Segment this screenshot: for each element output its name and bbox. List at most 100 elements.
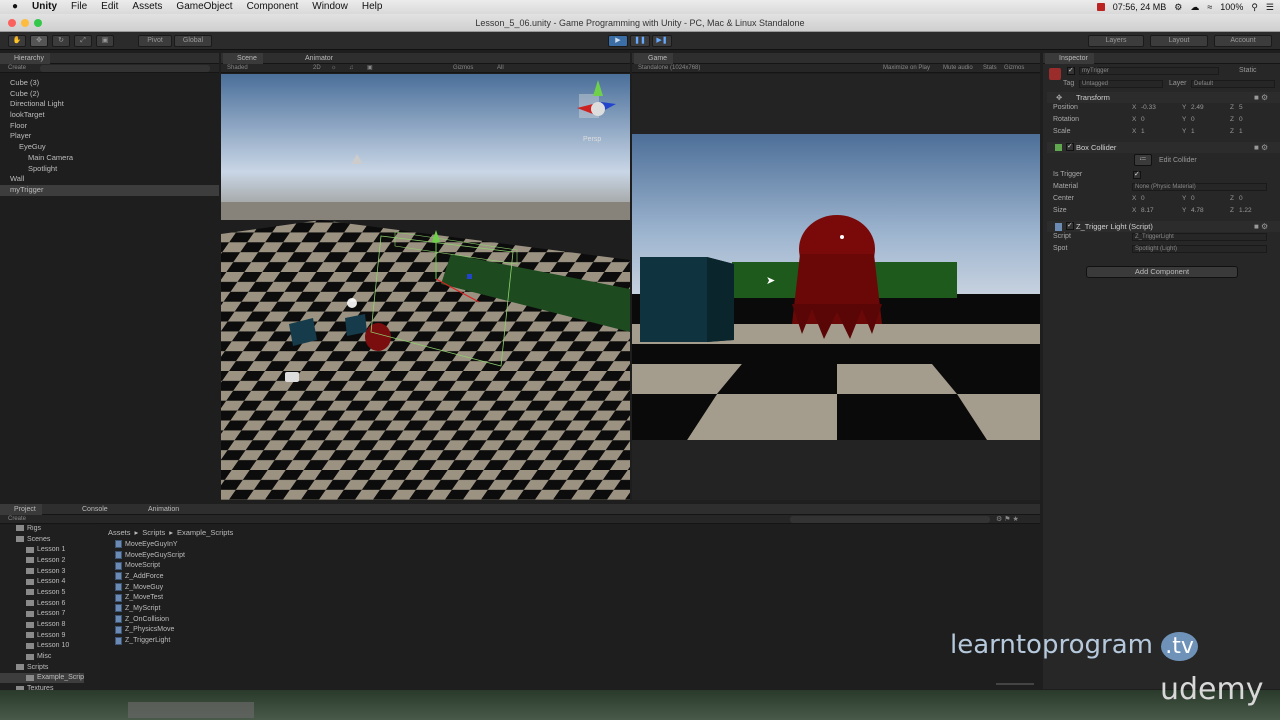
value-field-y[interactable]: 4.78 <box>1191 207 1204 214</box>
tab-inspector[interactable]: Inspector <box>1045 53 1094 64</box>
tab-animator[interactable]: Animator <box>291 53 339 64</box>
hand-tool-icon[interactable]: ✋ <box>8 35 26 47</box>
game-viewport[interactable]: ➤ <box>632 74 1040 500</box>
menu-assets[interactable]: Assets <box>125 0 169 14</box>
menu-gameobject[interactable]: GameObject <box>169 0 239 14</box>
hierarchy-item[interactable]: Cube (3) <box>0 78 219 89</box>
hierarchy-item[interactable]: myTrigger <box>0 184 219 196</box>
folder-item[interactable]: Textures <box>0 683 84 690</box>
value-field-z[interactable]: 0 <box>1239 195 1243 202</box>
hierarchy-item[interactable]: EyeGuy <box>0 142 219 153</box>
folder-item[interactable]: Lesson 6 <box>0 598 84 609</box>
persp-label[interactable]: Persp <box>583 136 601 143</box>
value-field-z[interactable]: 1.22 <box>1239 207 1252 214</box>
menu-help[interactable]: Help <box>355 0 390 14</box>
hierarchy-item[interactable]: Cube (2) <box>0 89 219 100</box>
game-gizmos-dropdown[interactable]: Gizmos <box>1004 64 1024 73</box>
script-file[interactable]: MoveEyeGuyInY <box>115 539 185 550</box>
folder-item[interactable]: Lesson 5 <box>0 587 84 598</box>
menu-component[interactable]: Component <box>240 0 306 14</box>
folder-item[interactable]: Scripts <box>0 662 84 673</box>
active-checkbox[interactable]: ✓ <box>1067 67 1075 75</box>
pause-button[interactable]: ❚❚ <box>630 35 650 47</box>
zoom-dot[interactable] <box>34 19 42 27</box>
rect-tool-icon[interactable]: ▣ <box>96 35 114 47</box>
tab-project[interactable]: Project <box>0 504 42 515</box>
audio-toggle-icon[interactable]: ♫ <box>349 64 354 73</box>
folder-item[interactable]: Lesson 1 <box>0 544 84 555</box>
search-icon[interactable]: ⚲ <box>1251 2 1258 13</box>
effects-toggle-icon[interactable]: ▣ <box>367 64 373 73</box>
script-file[interactable]: Z_TriggerLight <box>115 635 185 646</box>
minimize-dot[interactable] <box>21 19 29 27</box>
tray-icon[interactable]: ☁ <box>1190 2 1199 13</box>
value-field-z[interactable]: 0 <box>1239 116 1243 123</box>
material-field[interactable]: None (Physic Material) <box>1132 183 1267 191</box>
layout-dropdown[interactable]: Layout <box>1150 35 1208 47</box>
value-field-z[interactable]: 1 <box>1239 128 1243 135</box>
object-name-field[interactable]: myTrigger <box>1079 67 1219 75</box>
script-file[interactable]: MoveScript <box>115 560 185 571</box>
global-toggle[interactable]: Global <box>174 35 212 47</box>
rotate-tool-icon[interactable]: ↻ <box>52 35 70 47</box>
folder-item[interactable]: Lesson 2 <box>0 555 84 566</box>
stats-toggle[interactable]: Stats <box>983 64 997 73</box>
value-field-x[interactable]: 0 <box>1141 195 1145 202</box>
pivot-toggle[interactable]: Pivot <box>138 35 172 47</box>
script-file[interactable]: Z_MyScript <box>115 603 185 614</box>
hierarchy-item[interactable]: lookTarget <box>0 110 219 121</box>
hierarchy-item[interactable]: Floor <box>0 121 219 132</box>
record-icon[interactable] <box>1096 3 1105 11</box>
script-file[interactable]: Z_MoveTest <box>115 592 185 603</box>
hierarchy-item[interactable]: Wall <box>0 174 219 185</box>
scene-search-all[interactable]: All <box>497 64 504 73</box>
transform-header[interactable]: ✥ Transform <box>1047 92 1280 103</box>
tab-hierarchy[interactable]: Hierarchy <box>0 53 50 64</box>
add-component-button[interactable]: Add Component <box>1086 266 1238 278</box>
spot-field[interactable]: Spotlight (Light) <box>1132 245 1267 253</box>
tab-animation[interactable]: Animation <box>134 504 185 515</box>
hierarchy-item[interactable]: Player <box>0 131 219 142</box>
script-file[interactable]: MoveEyeGuyScript <box>115 550 185 561</box>
apple-icon[interactable]: ● <box>0 0 25 14</box>
folder-item[interactable]: Lesson 4 <box>0 576 84 587</box>
mute-toggle[interactable]: Mute audio <box>943 64 973 73</box>
script-component-header[interactable]: ✓ Z_Trigger Light (Script) <box>1047 221 1280 232</box>
tab-scene[interactable]: Scene <box>223 53 263 64</box>
tab-game[interactable]: Game <box>634 53 674 64</box>
folder-item[interactable]: Rigs <box>0 525 84 534</box>
maximize-toggle[interactable]: Maximize on Play <box>883 64 930 73</box>
folder-item[interactable]: Example_Scrip <box>0 672 85 684</box>
tray-icon[interactable]: ⚙ <box>1174 2 1182 13</box>
layers-dropdown[interactable]: Layers <box>1088 35 1144 47</box>
hierarchy-search[interactable] <box>40 65 210 72</box>
static-checkbox[interactable]: Static <box>1239 67 1257 74</box>
folder-item[interactable]: Lesson 3 <box>0 566 84 577</box>
script-file[interactable]: Z_MoveGuy <box>115 582 185 593</box>
folder-item[interactable]: Lesson 8 <box>0 619 84 630</box>
value-field-x[interactable]: 8.17 <box>1141 207 1154 214</box>
2d-toggle[interactable]: 2D <box>313 64 321 73</box>
scene-viewport[interactable]: Persp <box>221 74 630 500</box>
folder-item[interactable]: Scenes <box>0 534 84 545</box>
folder-item[interactable]: Lesson 9 <box>0 630 84 641</box>
value-field-x[interactable]: 0 <box>1141 116 1145 123</box>
create-dropdown[interactable]: Create <box>8 64 26 73</box>
light-toggle-icon[interactable]: ☼ <box>331 64 337 73</box>
box-collider-checkbox[interactable]: ✓ <box>1066 143 1074 151</box>
project-search[interactable] <box>790 516 990 523</box>
hierarchy-item[interactable]: Directional Light <box>0 99 219 110</box>
script-file[interactable]: Z_AddForce <box>115 571 185 582</box>
menu-window[interactable]: Window <box>305 0 355 14</box>
breadcrumb-scripts[interactable]: Scripts <box>142 528 165 537</box>
folder-item[interactable]: Misc <box>0 651 84 662</box>
scale-tool-icon[interactable]: ⤢ <box>74 35 92 47</box>
value-field-y[interactable]: 0 <box>1191 116 1195 123</box>
account-dropdown[interactable]: Account <box>1214 35 1272 47</box>
breadcrumb-example[interactable]: Example_Scripts <box>177 528 233 537</box>
folder-item[interactable]: Lesson 7 <box>0 609 84 620</box>
script-file[interactable]: Z_OnCollision <box>115 614 185 625</box>
tab-console[interactable]: Console <box>68 504 114 515</box>
value-field-y[interactable]: 1 <box>1191 128 1195 135</box>
list-icon[interactable]: ☰ <box>1266 2 1274 13</box>
